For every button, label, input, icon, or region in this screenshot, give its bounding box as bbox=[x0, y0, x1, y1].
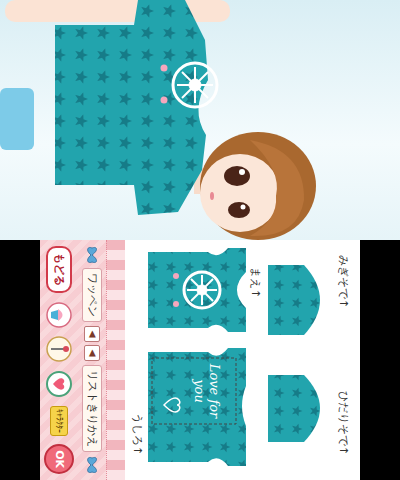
shirt bbox=[55, 0, 208, 215]
butterfly-icon bbox=[84, 456, 100, 474]
menu-row: ワッペン◀◀リストきりかえ bbox=[78, 240, 106, 480]
hair bbox=[200, 132, 316, 240]
heart-icon bbox=[46, 371, 72, 397]
arm bbox=[5, 0, 230, 22]
snowflake-icon bbox=[184, 272, 220, 308]
pin-icon bbox=[46, 336, 72, 362]
decal-text: Love for you bbox=[192, 363, 222, 419]
character-preview bbox=[0, 0, 400, 240]
arrow-group: ◀◀ bbox=[84, 326, 100, 361]
tool-menu: ワッペン◀◀リストきりかえ もどるｷｬﾗｸﾀｰOK bbox=[40, 240, 125, 480]
bottom-screen: みぎそで↑ひだりそで↑まえ↑うしろ↑Love for you ワッペン◀◀リスト… bbox=[40, 240, 360, 480]
decal-selection[interactable] bbox=[152, 358, 236, 424]
eye-icon bbox=[224, 166, 250, 186]
piece-label: まえ↑ bbox=[249, 266, 262, 299]
face bbox=[200, 154, 280, 232]
piece-label: ひだりそで↑ bbox=[337, 390, 350, 456]
back-button[interactable]: もどる bbox=[46, 246, 72, 293]
pattern-canvas[interactable]: みぎそで↑ ひだりそで↑ まえ↑ うしろ↑ Love for you bbox=[125, 240, 360, 480]
arrow-button[interactable]: ◀ bbox=[84, 345, 100, 361]
frame-bar bbox=[360, 240, 400, 480]
patch-tab[interactable]: ワッペン bbox=[82, 268, 102, 322]
game-screens: みぎそで↑ひだりそで↑まえ↑うしろ↑Love for you ワッペン◀◀リスト… bbox=[0, 0, 400, 480]
left-sleeve-piece[interactable] bbox=[268, 375, 320, 442]
back-piece[interactable] bbox=[148, 348, 246, 466]
character-button[interactable]: ｷｬﾗｸﾀｰ bbox=[50, 406, 68, 436]
menu-decoration bbox=[106, 240, 125, 480]
piece-label: うしろ↑ bbox=[131, 412, 144, 456]
front-piece[interactable] bbox=[148, 248, 246, 332]
piece-label: みぎそで↑ bbox=[337, 254, 350, 309]
pattern-pieces bbox=[125, 240, 360, 480]
heart-icon bbox=[164, 398, 180, 412]
cupcake-icon bbox=[46, 302, 72, 328]
top-screen bbox=[0, 0, 400, 240]
list-toggle-button[interactable]: リストきりかえ bbox=[82, 365, 102, 452]
ok-button[interactable]: OK bbox=[44, 444, 74, 474]
arrow-button[interactable]: ◀ bbox=[84, 326, 100, 342]
right-sleeve-piece[interactable] bbox=[268, 265, 320, 335]
menu-row: もどる ｷｬﾗｸﾀｰ OK bbox=[40, 240, 78, 480]
frame-bar bbox=[0, 240, 40, 480]
shorts bbox=[0, 88, 34, 150]
snowflake-icon bbox=[173, 63, 217, 107]
bottom-screen-frame: みぎそで↑ひだりそで↑まえ↑うしろ↑Love for you ワッペン◀◀リスト… bbox=[0, 240, 400, 480]
butterfly-icon bbox=[84, 246, 100, 264]
